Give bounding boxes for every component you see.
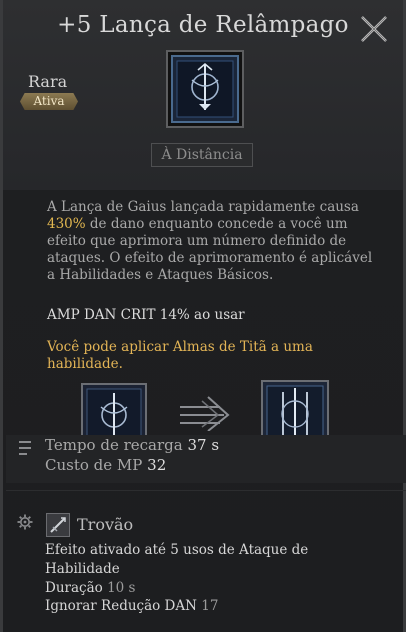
skill-description: A Lança de Gaius lançada rapidamente cau… — [47, 199, 383, 284]
cooldown-stat: Tempo de recarga 37 s — [45, 436, 219, 454]
cooldown-label: Tempo de recarga — [45, 436, 183, 454]
rune-effect-line-2: Habilidade — [45, 561, 120, 577]
skill-tooltip-panel: +5 Lança de Relâmpago Rara Ativa À Distâ… — [0, 0, 406, 632]
skill-icon-before — [81, 383, 147, 435]
duration-value: 10 s — [107, 580, 136, 596]
description-text-post: de dano enquanto concede a você um efeit… — [47, 216, 373, 283]
amp-crit-text: AMP DAN CRIT 14% ao usar — [47, 307, 245, 323]
lightning-spear-skill-icon — [166, 50, 244, 128]
ignore-reduction-label: Ignorar Redução DAN — [45, 598, 197, 614]
mp-cost-label: Custo de MP — [45, 456, 143, 474]
cooldown-value: 37 s — [187, 436, 220, 454]
rune-ignore-dmg-reduction: Ignorar Redução DAN 17 — [45, 598, 218, 614]
duration-label: Duração — [45, 580, 103, 596]
ignore-reduction-value: 17 — [201, 598, 219, 614]
description-text-pre: A Lança de Gaius lançada rapidamente cau… — [47, 199, 359, 215]
skill-title: +5 Lança de Relâmpago — [57, 12, 349, 38]
close-icon[interactable] — [359, 14, 389, 44]
list-icon — [19, 441, 31, 455]
rune-duration: Duração 10 s — [45, 580, 135, 596]
rune-name: Trovão — [77, 515, 134, 534]
skill-type-badge: Ativa — [20, 93, 78, 110]
range-tag: À Distância — [151, 143, 253, 167]
rarity-label: Rara — [28, 72, 68, 91]
damage-percent: 430% — [47, 216, 86, 232]
mp-cost-value: 32 — [147, 456, 167, 474]
mp-cost-stat: Custo de MP 32 — [45, 456, 166, 474]
section-divider — [6, 490, 406, 491]
rune-effect-line-1: Efeito ativado até 5 usos de Ataque de — [45, 542, 309, 558]
skill-icon-after — [261, 380, 329, 435]
thunder-rune-icon — [46, 513, 70, 537]
titan-soul-note: Você pode aplicar Almas de Titã a uma ha… — [47, 339, 313, 372]
gear-icon — [17, 514, 33, 530]
upgrade-arrow-icon — [180, 396, 230, 431]
